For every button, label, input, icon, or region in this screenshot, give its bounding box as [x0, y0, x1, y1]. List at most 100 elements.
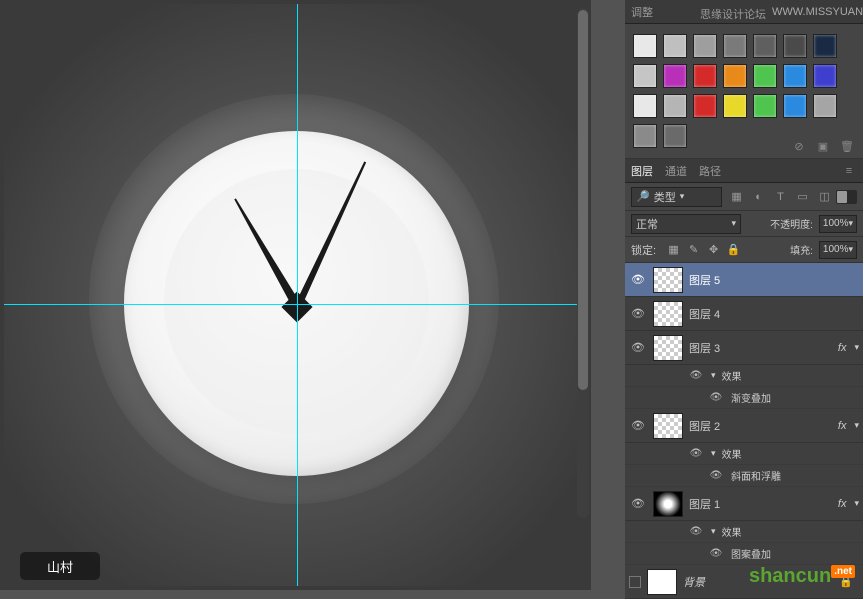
tab-adjustments[interactable]: 调整: [631, 4, 653, 20]
visibility-eye-icon[interactable]: 👁: [707, 548, 725, 559]
layer-effect-row[interactable]: 👁▾ 效果: [625, 521, 863, 543]
style-swatch[interactable]: [663, 94, 687, 118]
visibility-eye-icon[interactable]: 👁: [687, 526, 705, 537]
style-swatch[interactable]: [693, 64, 717, 88]
style-swatch[interactable]: [693, 34, 717, 58]
style-swatch[interactable]: [663, 64, 687, 88]
lock-transparency-icon[interactable]: ▦: [666, 242, 681, 257]
layer-filter-row: 🔎 类型 ▾ ▦ ◐ T ▭ ◫: [625, 183, 863, 211]
layer-effect-row[interactable]: 👁▾ 效果: [625, 365, 863, 387]
layer-thumbnail[interactable]: [653, 335, 683, 361]
canvas-area: [0, 0, 591, 590]
canvas-scrollbar[interactable]: [577, 8, 589, 518]
layer-row[interactable]: 👁 图层 1 fx ▾: [625, 487, 863, 521]
visibility-eye-icon[interactable]: 👁: [687, 448, 705, 459]
layer-name: 图层 4: [689, 306, 859, 322]
layer-thumbnail[interactable]: [653, 301, 683, 327]
guide-horizontal[interactable]: [4, 304, 580, 305]
visibility-eye-icon[interactable]: 👁: [707, 392, 725, 403]
guide-vertical[interactable]: [297, 4, 298, 586]
chevron-down-icon[interactable]: ▾: [854, 420, 859, 431]
filter-toggle[interactable]: [836, 190, 857, 204]
style-swatch[interactable]: [753, 64, 777, 88]
tab-layers[interactable]: 图层: [631, 163, 653, 179]
style-swatch[interactable]: [663, 34, 687, 58]
fx-badge[interactable]: fx: [838, 498, 847, 510]
watermark-url: WWW.MISSYUAN.COM: [772, 6, 863, 18]
style-swatch[interactable]: [813, 34, 837, 58]
style-swatch[interactable]: [633, 124, 657, 148]
fx-badge[interactable]: fx: [838, 420, 847, 432]
filter-adjust-icon[interactable]: ◐: [751, 189, 767, 205]
style-swatch[interactable]: [693, 94, 717, 118]
layer-thumbnail[interactable]: [653, 267, 683, 293]
style-swatch[interactable]: [723, 34, 747, 58]
visibility-eye-icon[interactable]: 👁: [707, 470, 725, 481]
blend-mode-dropdown[interactable]: 正常 ▾: [631, 214, 741, 234]
chevron-down-icon[interactable]: ▾: [854, 342, 859, 353]
visibility-checkbox[interactable]: [629, 576, 641, 588]
style-swatch[interactable]: [813, 94, 837, 118]
visibility-eye-icon[interactable]: 👁: [629, 419, 647, 432]
style-swatch[interactable]: [633, 94, 657, 118]
layer-thumbnail[interactable]: [647, 569, 677, 595]
style-swatch[interactable]: [813, 64, 837, 88]
style-swatch[interactable]: [753, 34, 777, 58]
chevron-down-icon[interactable]: ▾: [854, 498, 859, 509]
layer-row[interactable]: 👁图层 5: [625, 263, 863, 297]
new-style-icon[interactable]: ▣: [815, 138, 831, 154]
style-swatch[interactable]: [633, 64, 657, 88]
blend-mode-value: 正常: [636, 216, 658, 232]
watermark-ext: .net: [831, 565, 855, 578]
filter-smart-icon[interactable]: ◫: [817, 189, 833, 205]
visibility-eye-icon[interactable]: 👁: [687, 370, 705, 381]
filter-pixel-icon[interactable]: ▦: [729, 189, 745, 205]
opacity-input[interactable]: 100% ▾: [819, 215, 857, 233]
effect-name: 效果: [722, 446, 742, 461]
lock-position-icon[interactable]: ✥: [706, 242, 721, 257]
visibility-eye-icon[interactable]: 👁: [629, 273, 647, 286]
layer-name: 图层 1: [689, 496, 832, 512]
chevron-down-icon: ▾: [731, 218, 736, 229]
style-swatch[interactable]: [633, 34, 657, 58]
lock-all-icon[interactable]: 🔒: [726, 242, 741, 257]
layer-thumbnail[interactable]: [653, 491, 683, 517]
layer-thumbnail[interactable]: [653, 413, 683, 439]
visibility-eye-icon[interactable]: 👁: [629, 497, 647, 510]
filter-type-dropdown[interactable]: 🔎 类型 ▾: [631, 187, 722, 207]
layer-effect-row[interactable]: 👁渐变叠加: [625, 387, 863, 409]
style-swatch[interactable]: [723, 64, 747, 88]
panel-menu-icon[interactable]: ≡: [841, 163, 857, 179]
tab-channels[interactable]: 通道: [665, 163, 687, 179]
delete-style-icon[interactable]: 🗑: [839, 138, 855, 154]
visibility-eye-icon[interactable]: 👁: [629, 341, 647, 354]
style-swatch[interactable]: [783, 94, 807, 118]
layer-row[interactable]: 👁图层 3fx▾: [625, 331, 863, 365]
filter-shape-icon[interactable]: ▭: [795, 189, 811, 205]
layers-panel-tabs: 图层 通道 路径 ≡: [625, 159, 863, 183]
layer-effect-row[interactable]: 👁 图案叠加: [625, 543, 863, 565]
style-swatch[interactable]: [723, 94, 747, 118]
effect-name: 效果: [722, 524, 742, 539]
visibility-eye-icon[interactable]: 👁: [629, 307, 647, 320]
lock-label: 锁定:: [631, 242, 656, 258]
layer-row[interactable]: 👁 图层 4: [625, 297, 863, 331]
document-canvas[interactable]: [4, 4, 580, 586]
fill-input[interactable]: 100% ▾: [819, 241, 857, 259]
layer-effect-row[interactable]: 👁斜面和浮雕: [625, 465, 863, 487]
scrollbar-thumb[interactable]: [578, 10, 588, 390]
layer-effect-row[interactable]: 👁▾ 效果: [625, 443, 863, 465]
lock-pixels-icon[interactable]: ✎: [686, 242, 701, 257]
style-swatch[interactable]: [783, 34, 807, 58]
style-swatch[interactable]: [753, 94, 777, 118]
style-swatch[interactable]: [663, 124, 687, 148]
no-style-icon[interactable]: ⊘: [791, 138, 807, 154]
effect-name: 图案叠加: [731, 546, 771, 561]
style-swatch[interactable]: [783, 64, 807, 88]
tab-paths[interactable]: 路径: [699, 163, 721, 179]
layer-row[interactable]: 👁 图层 2 fx ▾: [625, 409, 863, 443]
chevron-down-icon: ▾: [848, 218, 853, 229]
fx-badge[interactable]: fx: [838, 342, 847, 354]
layer-name: 图层 2: [689, 418, 832, 434]
filter-text-icon[interactable]: T: [773, 189, 789, 205]
